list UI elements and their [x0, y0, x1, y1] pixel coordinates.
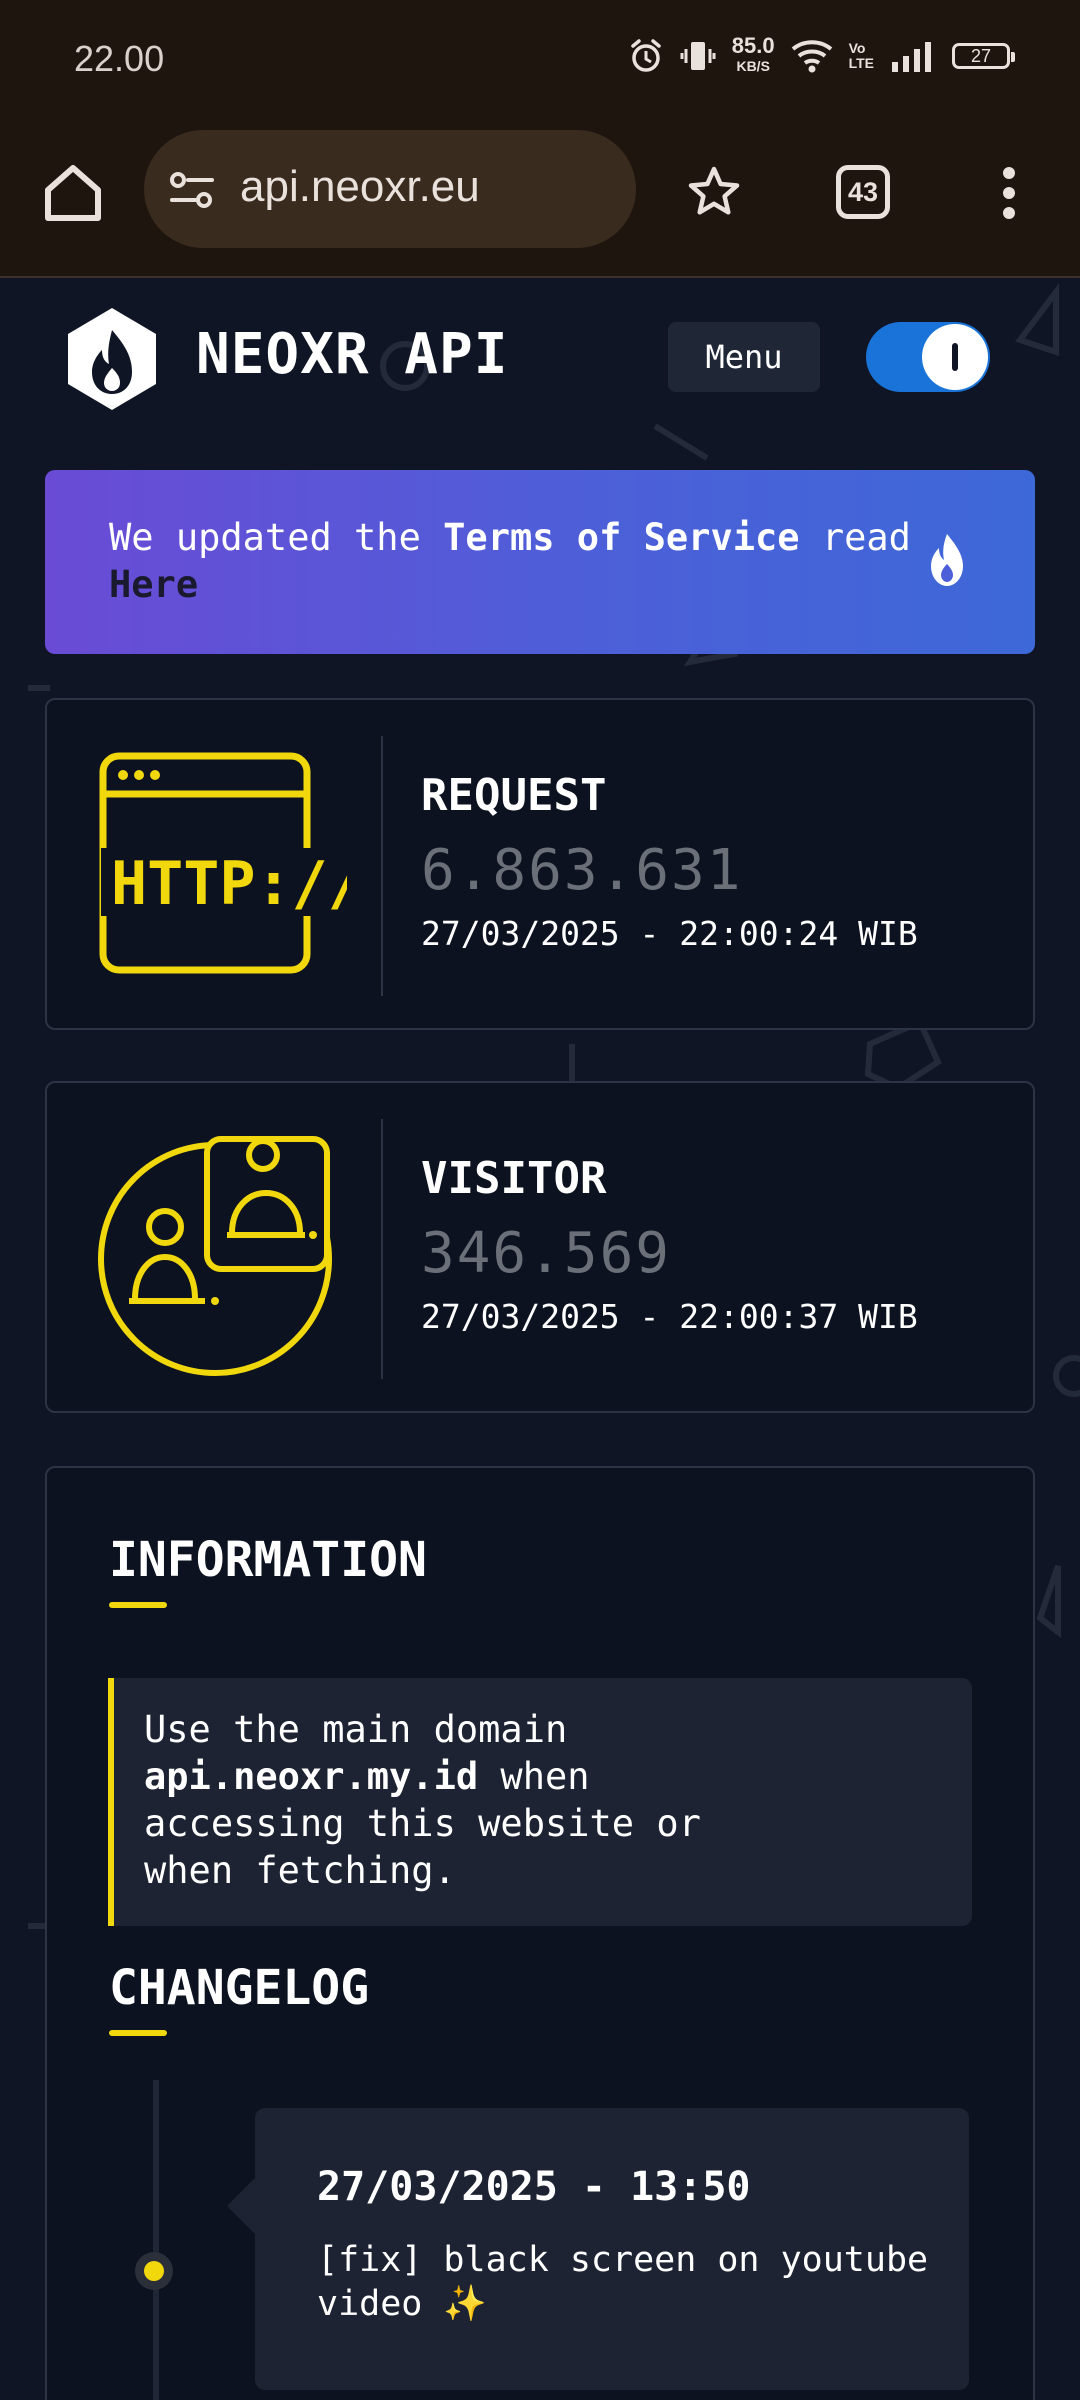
request-count: 6.863.631 [421, 838, 743, 903]
volte-bottom: LTE [848, 55, 874, 71]
notice-text: Use the main domain api.neoxr.my.id when… [144, 1706, 744, 1894]
visitor-count: 346.569 [421, 1221, 672, 1286]
stat-title: REQUEST [421, 770, 607, 821]
web-page: NEOXR API Menu We updated the Terms of S… [0, 278, 1080, 2400]
stat-divider [381, 736, 383, 996]
tabs-icon[interactable]: 43 [836, 165, 890, 219]
battery-level: 27 [970, 45, 992, 66]
net-speed-unit: KB/S [736, 58, 770, 74]
tos-banner: We updated the Terms of Service read Her… [45, 470, 1035, 654]
banner-text: We updated the Terms of Service read Her… [109, 514, 949, 608]
status-time: 22.00 [74, 38, 165, 79]
wifi-icon [791, 40, 832, 73]
banner-text-before: We updated the [109, 516, 444, 559]
visitor-card: VISITOR 346.569 27/03/2025 - 22:00:37 WI… [45, 1081, 1035, 1413]
battery-icon: 27 [952, 43, 1015, 69]
notice-before: Use the main domain [144, 1708, 568, 1751]
status-bar: 22.00 85.0 KB/S Vo LTE 27 [0, 0, 1080, 125]
information-title: INFORMATION [109, 1532, 427, 1588]
banner-text-bold: Terms of Service [443, 516, 800, 559]
site-header: NEOXR API Menu [0, 278, 1080, 438]
net-speed-value: 85.0 [731, 33, 775, 58]
stat-timestamp: 27/03/2025 - 22:00:24 WIB [421, 914, 918, 953]
alarm-icon [631, 39, 661, 72]
svg-text:HTTP://: HTTP:// [111, 849, 347, 919]
main-domain: api.neoxr.my.id [144, 1755, 479, 1798]
volte-top: Vo [848, 40, 866, 56]
more-icon[interactable] [992, 165, 1026, 221]
status-icons: 85.0 KB/S Vo LTE 27 [628, 33, 1015, 76]
site-settings-icon[interactable] [168, 170, 216, 210]
stat-timestamp: 27/03/2025 - 22:00:37 WIB [421, 1297, 918, 1336]
http-icon: HTTP:// [99, 752, 347, 974]
visitors-icon [98, 1136, 332, 1376]
flame-logo-icon[interactable] [64, 306, 160, 412]
toggle-knob [922, 324, 988, 390]
vibrate-icon [680, 42, 716, 70]
bookmark-star-icon[interactable] [686, 164, 742, 220]
flame-icon [931, 534, 963, 586]
request-card: HTTP:// REQUEST 6.863.631 27/03/2025 - 2… [45, 698, 1035, 1030]
menu-button[interactable]: Menu [668, 322, 820, 392]
banner-text-after: read [799, 516, 911, 559]
net-speed: 85.0 KB/S [731, 33, 775, 76]
volte-indicator: Vo LTE [849, 41, 874, 71]
browser-toolbar: api.neoxr.eu 43 [0, 125, 1080, 278]
changelog-text: [fix] black screen on youtube video ✨ [317, 2240, 929, 2324]
theme-toggle[interactable] [866, 322, 990, 392]
timeline-line [153, 2080, 159, 2400]
stat-title: VISITOR [421, 1153, 607, 1204]
changelog-title: CHANGELOG [109, 1960, 370, 2016]
changelog-date: 27/03/2025 - 13:50 [317, 2164, 751, 2210]
home-icon[interactable] [40, 160, 106, 226]
url-text[interactable]: api.neoxr.eu [240, 162, 480, 212]
signal-icon [892, 42, 931, 72]
timeline-dot [135, 2252, 173, 2290]
stat-divider [381, 1119, 383, 1379]
changelog-entry: 27/03/2025 - 13:50 [fix] black screen on… [227, 2108, 969, 2390]
menu-label: Menu [705, 338, 783, 376]
tos-link[interactable]: Here [109, 563, 198, 606]
brand-name[interactable]: NEOXR API [196, 322, 508, 387]
tab-count: 43 [847, 176, 879, 207]
domain-notice: Use the main domain api.neoxr.my.id when… [108, 1678, 972, 1926]
section-underline [109, 1602, 167, 1608]
section-underline [109, 2030, 167, 2036]
address-bar[interactable]: api.neoxr.eu [144, 130, 636, 248]
